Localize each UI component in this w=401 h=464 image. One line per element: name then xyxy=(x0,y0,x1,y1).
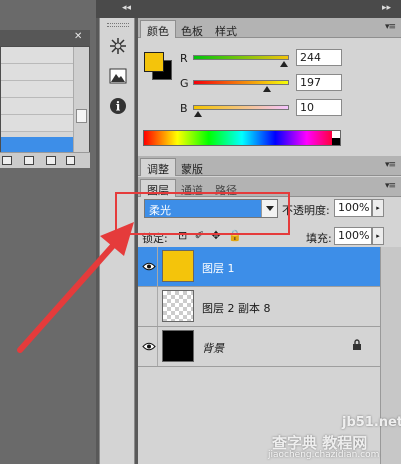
watermark-line1: jb51.net xyxy=(342,415,401,430)
annotation-arrow xyxy=(17,222,134,353)
watermark-line3: jiaocheng.chazidian.com xyxy=(268,450,380,460)
